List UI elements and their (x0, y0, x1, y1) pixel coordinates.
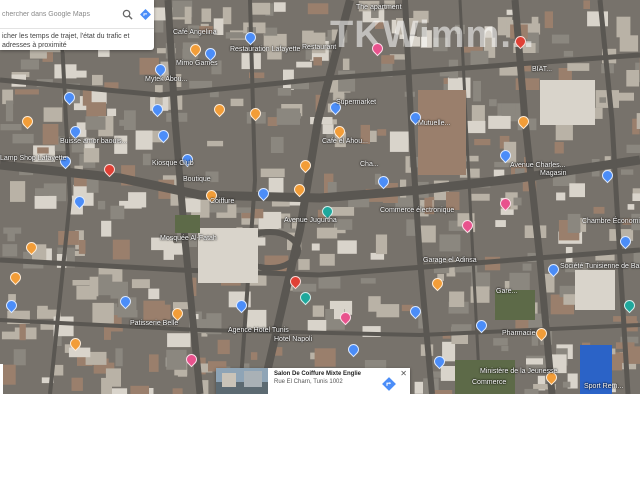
place-photo[interactable] (216, 368, 268, 394)
poi-label[interactable]: Mutuelle... (418, 120, 450, 128)
poi-label[interactable]: Lamp Shop Lafayette (0, 155, 67, 163)
poi-label[interactable]: Mosquée Al-Fatah (160, 235, 217, 243)
poi-label[interactable]: Garage el Adinsa (423, 257, 477, 265)
satellite-map[interactable]: TKWimm... Café Angelina The apartment Mimo… (0, 0, 640, 394)
poi-label[interactable]: Boutique (183, 176, 211, 184)
poi-label[interactable]: Commerce électronique (380, 207, 454, 215)
directions-icon[interactable] (382, 377, 396, 391)
poi-label[interactable]: Coiffure (210, 198, 234, 206)
poi-label[interactable]: Kiosque Club (152, 160, 194, 168)
poi-label[interactable]: Mytek Abou... (145, 76, 187, 84)
poi-label[interactable]: The apartment (356, 4, 402, 12)
search-box[interactable]: chercher dans Google Maps (0, 0, 154, 29)
search-icon[interactable] (118, 0, 136, 28)
poi-label[interactable]: Buisse amor baouis... (60, 138, 127, 146)
poi-label[interactable]: Magasin (540, 170, 566, 178)
poi-label[interactable]: Sport Rem... (584, 383, 623, 391)
poi-label[interactable]: Café Angelina (173, 29, 217, 37)
poi-label[interactable]: Restauration Lafayette (230, 46, 300, 54)
poi-label[interactable]: Commerce (472, 379, 506, 387)
search-input[interactable]: chercher dans Google Maps (0, 11, 118, 18)
place-card[interactable]: Salon De Coiffure Mixte Englie Rue El Ch… (216, 368, 410, 394)
watermark-text: TKWimm... (330, 14, 535, 56)
directions-icon[interactable] (136, 0, 154, 28)
poi-label[interactable]: Ministère de la Jeunesse (480, 368, 557, 376)
poi-label[interactable]: Agence Hotel Tunis (228, 327, 289, 335)
poi-label[interactable]: Restaurant (302, 44, 336, 52)
poi-label[interactable]: Café el Ahou... (322, 138, 368, 146)
search-panel: chercher dans Google Maps icher les temp… (0, 0, 154, 50)
poi-label[interactable]: Mimo Games (176, 60, 218, 68)
poi-label[interactable]: Supermarket (336, 99, 376, 107)
close-icon[interactable]: ✕ (400, 369, 407, 378)
poi-label[interactable]: Cha... (360, 161, 379, 169)
poi-label[interactable]: Avenue Jugurtha (284, 217, 337, 225)
poi-label[interactable]: BIAT... (532, 66, 552, 74)
search-hint-text: icher les temps de trajet, l'état du tra… (2, 33, 130, 49)
poi-label[interactable]: Société Tunisienne de Banque (560, 263, 640, 271)
poi-label[interactable]: Chambre Économique Tuniso Européenne (582, 218, 640, 226)
map-edge-strip (0, 364, 3, 394)
poi-label[interactable]: Gare... (496, 288, 517, 296)
poi-label[interactable]: Avenue Charles... (510, 162, 566, 170)
poi-label[interactable]: Pharmacie (502, 330, 535, 338)
poi-label[interactable]: Hotel Napoli (274, 336, 312, 344)
poi-label[interactable]: Patisserie Belle (130, 320, 178, 328)
